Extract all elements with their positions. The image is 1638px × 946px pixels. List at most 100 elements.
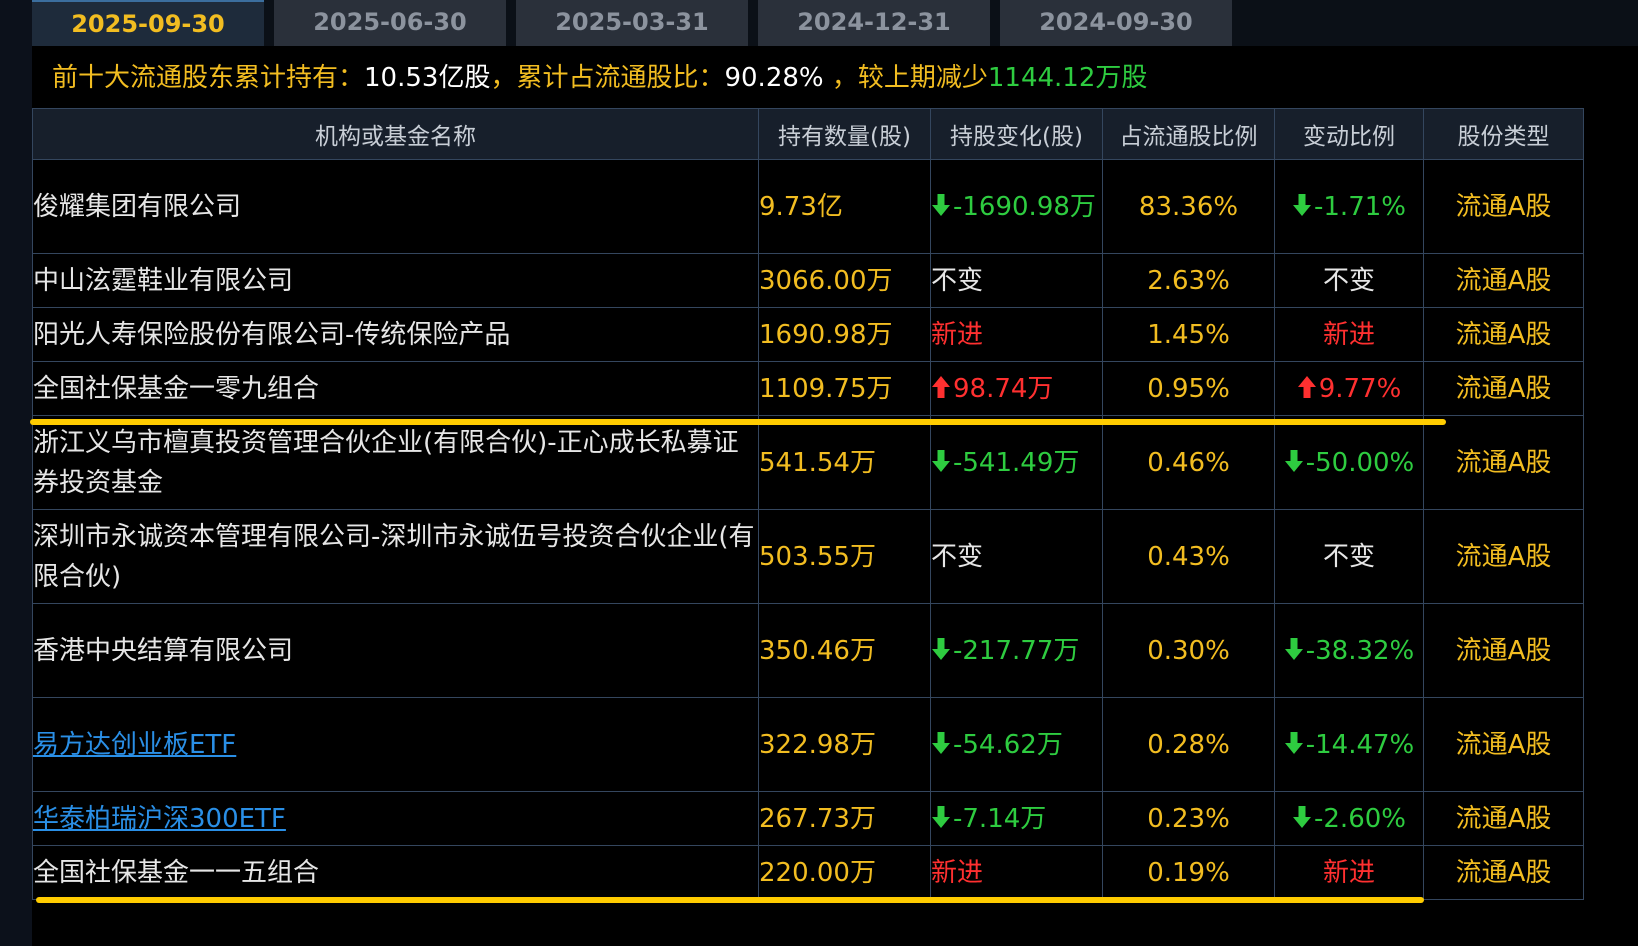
share-type: 流通A股: [1423, 307, 1584, 362]
highlight-underline-top: [30, 419, 1446, 425]
highlight-underline-bottom: [36, 897, 1424, 903]
holding-quantity: 220.00万: [758, 845, 931, 900]
change-percent: 新进: [1274, 845, 1424, 900]
change-percent: 9.77%: [1274, 361, 1424, 416]
tab-2024-12-31[interactable]: 2024-12-31: [758, 0, 990, 46]
arrow-down-icon: [1284, 449, 1303, 472]
summary-ratio: 90.28%: [724, 63, 824, 93]
holding-quantity: 3066.00万: [758, 253, 931, 308]
change-percent-value: -38.32%: [1305, 635, 1415, 666]
share-type: 流通A股: [1423, 791, 1584, 846]
table-row: 香港中央结算有限公司 350.46万 -217.77万 0.30% -38.32% 流通A…: [32, 603, 1584, 698]
left-edge-strip: [0, 0, 32, 946]
float-share-ratio: 0.30%: [1102, 603, 1275, 698]
summary-ratio-label: ，累计占流通股比：: [490, 63, 725, 93]
holding-change-value: -1690.98万: [953, 191, 1096, 222]
change-percent-value: -1.71%: [1314, 191, 1406, 222]
change-percent: 不变: [1274, 253, 1424, 308]
change-percent-value: 不变: [1322, 541, 1375, 572]
table-row: 全国社保基金一一五组合 220.00万 新进 0.19% 新进 流通A股: [32, 845, 1584, 900]
float-share-ratio: 0.95%: [1102, 361, 1275, 416]
arrow-down-icon: [1284, 637, 1303, 660]
table-row: 浙江义乌市檀真投资管理合伙企业(有限合伙)-正心成长私募证券投资基金 541.54…: [32, 415, 1584, 510]
holding-change-value: 新进: [931, 857, 984, 888]
share-type: 流通A股: [1423, 509, 1584, 604]
change-percent-value: -14.47%: [1305, 729, 1415, 760]
table-header-row: 机构或基金名称 持有数量(股) 持股变化(股) 占流通股比例 变动比例 股份类型: [32, 108, 1584, 160]
float-share-ratio: 1.45%: [1102, 307, 1275, 362]
col-header-change-pct[interactable]: 变动比例: [1274, 108, 1424, 160]
holding-quantity: 9.73亿: [758, 159, 931, 254]
holding-quantity: 503.55万: [758, 509, 931, 604]
change-percent: 不变: [1274, 509, 1424, 604]
holding-change: -541.49万: [930, 415, 1103, 510]
col-header-ratio[interactable]: 占流通股比例: [1102, 108, 1275, 160]
float-share-ratio: 0.43%: [1102, 509, 1275, 604]
tab-2025-09-30[interactable]: 2025-09-30: [32, 0, 264, 46]
tab-2024-09-30[interactable]: 2024-09-30: [1000, 0, 1232, 46]
holding-quantity: 1690.98万: [758, 307, 931, 362]
change-percent: -50.00%: [1274, 415, 1424, 510]
arrow-down-icon: [932, 805, 950, 828]
change-percent-value: 新进: [1322, 319, 1375, 350]
holder-name: 香港中央结算有限公司: [32, 603, 759, 698]
arrow-up-icon: [1297, 375, 1316, 398]
report-date-tabs: 2025-09-30 2025-06-30 2025-03-31 2024-12…: [32, 0, 1638, 46]
holding-change-value: -54.62万: [953, 729, 1063, 760]
holding-change-value: -541.49万: [953, 447, 1080, 478]
tab-2025-06-30[interactable]: 2025-06-30: [274, 0, 506, 46]
holding-change-value: 不变: [931, 265, 984, 296]
holding-change-value: 新进: [931, 319, 984, 350]
float-share-ratio: 0.23%: [1102, 791, 1275, 846]
arrow-down-icon: [932, 449, 950, 472]
share-type: 流通A股: [1423, 159, 1584, 254]
holder-name: 中山泫霆鞋业有限公司: [32, 253, 759, 308]
holder-name-link[interactable]: 易方达创业板ETF: [32, 697, 759, 792]
holding-change-value: 不变: [931, 541, 984, 572]
holding-change: 新进: [930, 307, 1103, 362]
share-type: 流通A股: [1423, 697, 1584, 792]
holder-name-link[interactable]: 华泰柏瑞沪深300ETF: [32, 791, 759, 846]
holding-change: 98.74万: [930, 361, 1103, 416]
holding-quantity: 322.98万: [758, 697, 931, 792]
table-row: 俊耀集团有限公司 9.73亿 -1690.98万 83.36% -1.71% 流通A股: [32, 159, 1584, 254]
tab-2025-03-31[interactable]: 2025-03-31: [516, 0, 748, 46]
change-percent: -14.47%: [1274, 697, 1424, 792]
table-row: 华泰柏瑞沪深300ETF 267.73万 -7.14万 0.23% -2.60% 流通A股: [32, 791, 1584, 846]
arrow-down-icon: [932, 193, 950, 216]
change-percent: 新进: [1274, 307, 1424, 362]
change-percent: -1.71%: [1274, 159, 1424, 254]
share-type: 流通A股: [1423, 361, 1584, 416]
change-percent-value: 不变: [1322, 265, 1375, 296]
float-share-ratio: 0.19%: [1102, 845, 1275, 900]
arrow-down-icon: [1293, 805, 1311, 828]
holding-change: 不变: [930, 253, 1103, 308]
holding-change-value: -217.77万: [953, 635, 1080, 666]
float-share-ratio: 83.36%: [1102, 159, 1275, 254]
holding-quantity: 267.73万: [758, 791, 931, 846]
holding-change-value: 98.74万: [953, 373, 1054, 404]
holder-name: 全国社保基金一一五组合: [32, 845, 759, 900]
col-header-quantity[interactable]: 持有数量(股): [758, 108, 931, 160]
holding-change: 不变: [930, 509, 1103, 604]
holding-quantity: 541.54万: [758, 415, 931, 510]
change-percent-value: -2.60%: [1314, 803, 1406, 834]
col-header-name[interactable]: 机构或基金名称: [32, 108, 759, 160]
holder-name: 阳光人寿保险股份有限公司-传统保险产品: [32, 307, 759, 362]
table-row: 阳光人寿保险股份有限公司-传统保险产品 1690.98万 新进 1.45% 新进 流通A股: [32, 307, 1584, 362]
share-type: 流通A股: [1423, 415, 1584, 510]
holding-change: -217.77万: [930, 603, 1103, 698]
float-share-ratio: 0.46%: [1102, 415, 1275, 510]
share-type: 流通A股: [1423, 253, 1584, 308]
arrow-down-icon: [932, 637, 950, 660]
arrow-down-icon: [1284, 731, 1303, 754]
holder-name: 俊耀集团有限公司: [32, 159, 759, 254]
col-header-change[interactable]: 持股变化(股): [930, 108, 1103, 160]
col-header-share-type[interactable]: 股份类型: [1423, 108, 1584, 160]
table-row: 全国社保基金一零九组合 1109.75万 98.74万 0.95% 9.77% 流通A股: [32, 361, 1584, 416]
holder-name: 深圳市永诚资本管理有限公司-深圳市永诚伍号投资合伙企业(有限合伙): [32, 509, 759, 604]
arrow-down-icon: [1293, 193, 1311, 216]
change-percent-value: 9.77%: [1318, 373, 1402, 404]
holding-change: -54.62万: [930, 697, 1103, 792]
holding-quantity: 350.46万: [758, 603, 931, 698]
